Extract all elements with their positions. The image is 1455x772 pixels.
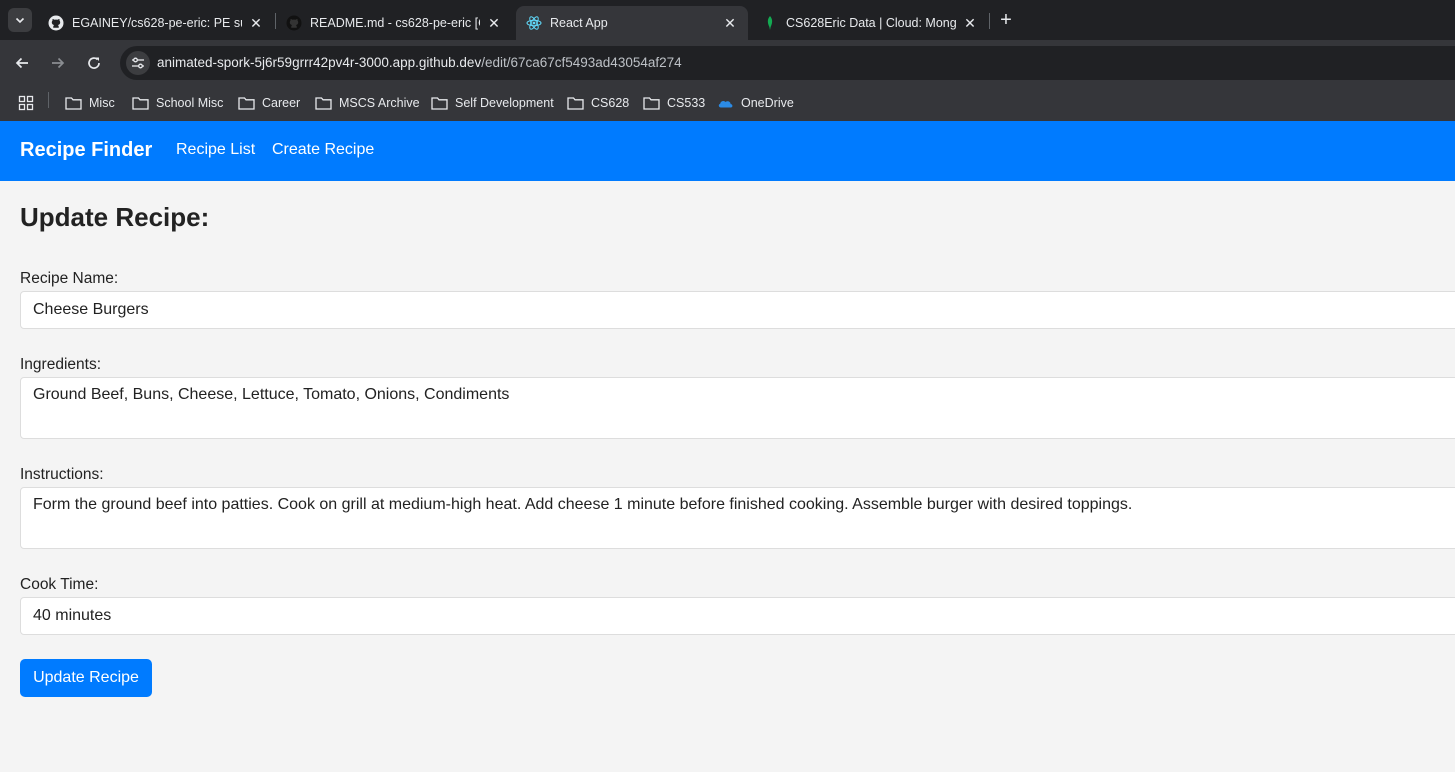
address-bar[interactable]: animated-spork-5j6r59grrr42pv4r-3000.app… <box>120 46 1455 80</box>
bookmark-career[interactable]: Career <box>238 93 300 113</box>
bookmark-self-development[interactable]: Self Development <box>431 93 554 113</box>
bookmark-label: Self Development <box>455 96 554 110</box>
instructions-label: Instructions: <box>20 466 104 483</box>
folder-icon <box>65 97 82 110</box>
folder-icon <box>315 97 332 110</box>
url-text: animated-spork-5j6r59grrr42pv4r-3000.app… <box>157 55 682 70</box>
bookmarks-bar: Misc School Misc Career MSCS Archive Sel… <box>0 85 1455 121</box>
bookmark-cs533[interactable]: CS533 <box>643 93 705 113</box>
recipe-name-input[interactable]: Cheese Burgers <box>20 291 1455 329</box>
site-info-button[interactable] <box>126 51 150 75</box>
reload-button[interactable] <box>81 50 107 76</box>
close-icon[interactable]: ✕ <box>486 15 502 31</box>
close-icon[interactable]: ✕ <box>248 15 264 31</box>
browser-toolbar: animated-spork-5j6r59grrr42pv4r-3000.app… <box>0 40 1455 85</box>
recipe-name-label: Recipe Name: <box>20 270 119 287</box>
cook-time-label: Cook Time: <box>20 576 99 593</box>
tab-title: CS628Eric Data | Cloud: MongoD <box>786 16 956 30</box>
reload-icon <box>88 57 100 69</box>
close-icon[interactable]: ✕ <box>722 15 738 31</box>
browser-tab[interactable]: EGAINEY/cs628-pe-eric: PE subm ✕ <box>38 6 274 40</box>
bookmark-cs628[interactable]: CS628 <box>567 93 629 113</box>
arrow-left-icon <box>15 57 28 69</box>
nav-link-create-recipe[interactable]: Create Recipe <box>272 141 374 159</box>
tab-title: React App <box>550 16 608 30</box>
bookmark-label: MSCS Archive <box>339 96 420 110</box>
tab-title: README.md - cs628-pe-eric [Co <box>310 16 480 30</box>
arrow-right-icon <box>52 57 65 69</box>
folder-icon <box>567 97 584 110</box>
onedrive-cloud-icon <box>718 100 733 108</box>
cook-time-input[interactable]: 40 minutes <box>20 597 1455 635</box>
tab-divider <box>989 13 990 29</box>
browser-tabstrip: EGAINEY/cs628-pe-eric: PE subm ✕ README.… <box>0 0 1455 40</box>
page-title: Update Recipe: <box>20 202 210 232</box>
browser-tab-active[interactable]: React App ✕ <box>516 6 748 40</box>
bookmark-label: Career <box>262 96 301 110</box>
apps-grid-icon <box>18 95 34 111</box>
back-button[interactable] <box>9 50 35 76</box>
instructions-textarea[interactable]: Form the ground beef into patties. Cook … <box>20 487 1455 549</box>
bookmarks-divider <box>48 92 49 108</box>
forward-button[interactable] <box>45 50 71 76</box>
app-brand[interactable]: Recipe Finder <box>20 139 152 162</box>
react-icon <box>526 15 542 31</box>
browser-tab[interactable]: CS628Eric Data | Cloud: MongoD ✕ <box>752 6 988 40</box>
github-icon <box>48 15 64 31</box>
bookmark-label: School Misc <box>156 96 224 110</box>
ingredients-textarea[interactable]: Ground Beef, Buns, Cheese, Lettuce, Toma… <box>20 377 1455 439</box>
new-tab-button[interactable]: + <box>996 10 1016 30</box>
bookmark-label: CS533 <box>667 96 706 110</box>
github-icon <box>286 15 302 31</box>
chevron-down-icon <box>15 17 25 24</box>
tab-title: EGAINEY/cs628-pe-eric: PE subm <box>72 16 242 30</box>
bookmark-label: OneDrive <box>741 96 794 110</box>
ingredients-label: Ingredients: <box>20 356 101 373</box>
apps-button[interactable] <box>18 93 34 113</box>
update-recipe-button[interactable]: Update Recipe <box>20 659 152 697</box>
mongodb-leaf-icon <box>762 15 778 31</box>
browser-tab[interactable]: README.md - cs628-pe-eric [Co ✕ <box>276 6 512 40</box>
url-path: /edit/67ca67cf5493ad43054af274 <box>481 55 682 70</box>
bookmark-label: CS628 <box>591 96 630 110</box>
folder-icon <box>132 97 149 110</box>
url-host: animated-spork-5j6r59grrr42pv4r-3000.app… <box>157 55 482 70</box>
tune-icon <box>132 57 144 69</box>
bookmark-label: Misc <box>89 96 115 110</box>
close-icon[interactable]: ✕ <box>962 15 978 31</box>
bookmark-mscs-archive[interactable]: MSCS Archive <box>315 93 420 113</box>
nav-link-recipe-list[interactable]: Recipe List <box>176 141 255 159</box>
folder-icon <box>238 97 255 110</box>
tab-search-button[interactable] <box>8 8 32 32</box>
folder-icon <box>431 97 448 110</box>
folder-icon <box>643 97 660 110</box>
bookmark-school-misc[interactable]: School Misc <box>132 93 223 113</box>
bookmark-misc[interactable]: Misc <box>65 93 115 113</box>
bookmark-onedrive[interactable]: OneDrive <box>717 93 794 113</box>
app-navbar: Recipe Finder Recipe List Create Recipe <box>0 121 1455 181</box>
